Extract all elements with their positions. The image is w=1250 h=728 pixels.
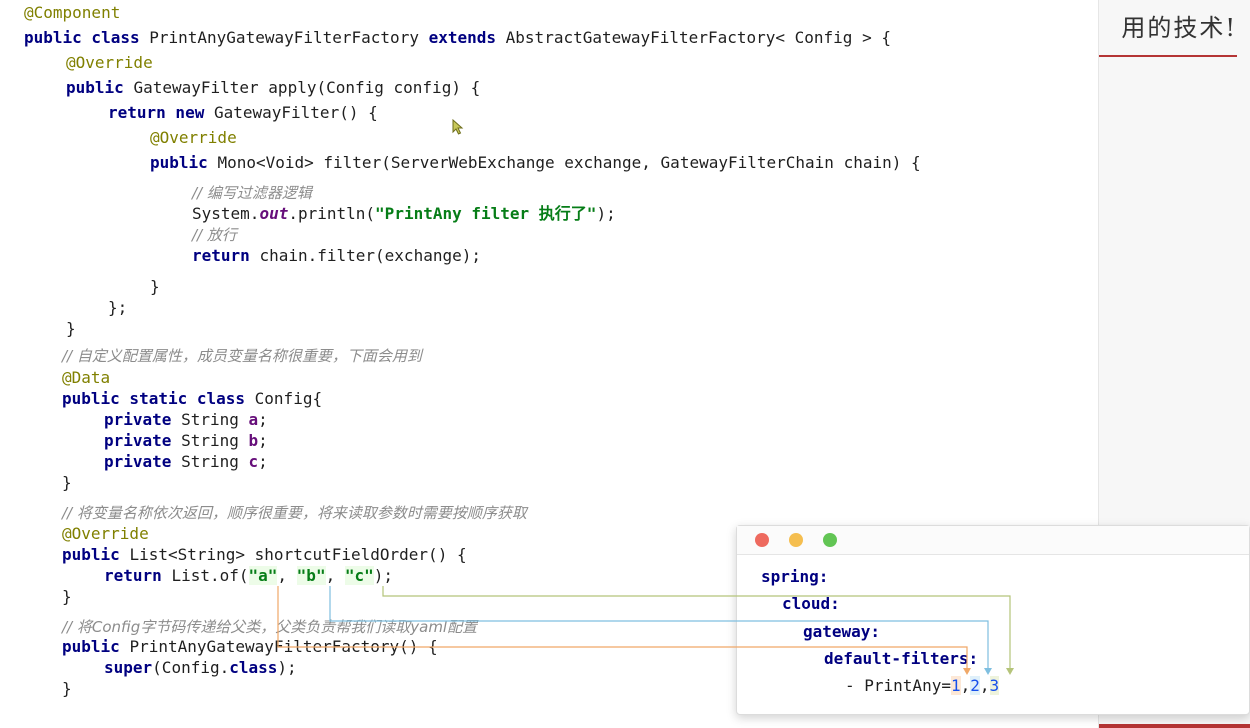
code-line-22: // 将变量名称依次返回，顺序很重要，将来读取参数时需要按顺序获取 xyxy=(62,504,527,522)
code-line-4: public GatewayFilter apply(Config config… xyxy=(66,78,481,97)
code-line-19: private String b; xyxy=(104,431,268,450)
code-line-13: }; xyxy=(108,298,128,317)
yaml-window: spring: cloud: gateway: default-filters:… xyxy=(736,525,1250,715)
yaml-spring: spring: xyxy=(761,567,829,586)
maximize-dot-icon[interactable] xyxy=(823,533,837,547)
code-line-18: private String a; xyxy=(104,410,268,429)
slide-bottom-bar xyxy=(1099,724,1250,728)
code-line-5: return new GatewayFilter() { xyxy=(108,103,378,122)
slide-divider xyxy=(1099,55,1237,57)
code-line-17: public static class Config{ xyxy=(62,389,323,408)
yaml-value-3: 3 xyxy=(989,676,1000,695)
window-titlebar xyxy=(737,526,1249,555)
code-line-6: @Override xyxy=(150,128,237,147)
code-line-9: System.out.println("PrintAny filter 执行了"… xyxy=(192,204,616,223)
close-dot-icon[interactable] xyxy=(755,533,769,547)
code-line-29: super(Config.class); xyxy=(104,658,297,677)
code-line-21: } xyxy=(62,473,72,492)
code-line-7: public Mono<Void> filter(ServerWebExchan… xyxy=(150,153,921,172)
code-line-26: } xyxy=(62,587,72,606)
code-line-1: @Component xyxy=(24,3,121,22)
code-line-30: } xyxy=(62,679,72,698)
string-a: "a" xyxy=(248,566,278,585)
string-b: "b" xyxy=(296,566,326,585)
slide-title: 用的技术! xyxy=(1121,14,1237,42)
yaml-value-1: 1 xyxy=(950,676,961,695)
code-line-8: // 编写过滤器逻辑 xyxy=(192,184,312,202)
code-line-14: } xyxy=(66,319,76,338)
code-line-3: @Override xyxy=(66,53,153,72)
code-line-27: // 将Config字节码传递给父类，父类负责帮我们读取yaml配置 xyxy=(62,618,478,636)
code-line-11: return chain.filter(exchange); xyxy=(192,246,481,265)
code-line-15: // 自定义配置属性，成员变量名称很重要，下面会用到 xyxy=(62,347,422,365)
code-line-28: public PrintAnyGatewayFilterFactory() { xyxy=(62,637,438,656)
yaml-default-filters: default-filters: xyxy=(824,649,979,668)
minimize-dot-icon[interactable] xyxy=(789,533,803,547)
code-line-20: private String c; xyxy=(104,452,268,471)
code-line-10: // 放行 xyxy=(192,226,237,244)
code-line-24: public List<String> shortcutFieldOrder()… xyxy=(62,545,467,564)
code-line-25: return List.of("a", "b", "c"); xyxy=(104,566,394,585)
yaml-cloud: cloud: xyxy=(782,594,840,613)
arrow-cursor-icon xyxy=(452,118,464,135)
code-line-12: } xyxy=(150,277,160,296)
yaml-filter-item: - PrintAny=1,2,3 xyxy=(845,676,1000,695)
yaml-gateway: gateway: xyxy=(803,622,881,641)
code-line-2: public class PrintAnyGatewayFilterFactor… xyxy=(24,28,891,47)
string-c: "c" xyxy=(344,566,374,585)
code-line-23: @Override xyxy=(62,524,149,543)
code-line-16: @Data xyxy=(62,368,111,387)
yaml-value-2: 2 xyxy=(970,676,980,695)
